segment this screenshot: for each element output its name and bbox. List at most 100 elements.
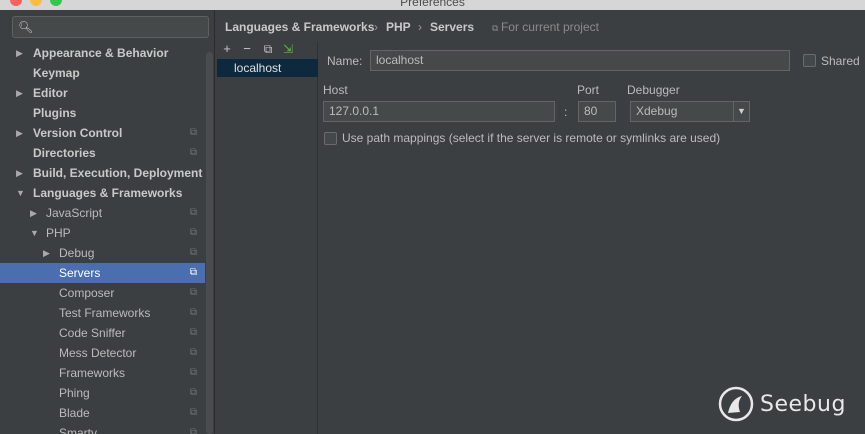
- settings-tree: ▶ Appearance & Behavior Keymap ▶ Editor Plugi…: [0, 43, 205, 434]
- port-label: Port: [577, 83, 600, 97]
- project-level-icon: ⧉: [189, 327, 197, 338]
- add-server-button[interactable]: +: [220, 42, 234, 56]
- remove-server-button[interactable]: −: [240, 42, 254, 56]
- sidebar-item-label: Smarty: [59, 426, 98, 434]
- debugger-label: Debugger: [627, 83, 680, 97]
- sidebar-item[interactable]: Smarty ⧉: [0, 423, 205, 434]
- port-field[interactable]: 80: [578, 101, 616, 122]
- sidebar-item-label: Debug: [59, 246, 95, 260]
- servers-toolbar: + − ⧉ ⇲: [216, 42, 318, 58]
- copy-server-button[interactable]: ⧉: [261, 42, 275, 56]
- sidebar-item-label: Mess Detector: [59, 346, 137, 360]
- sidebar-item[interactable]: ▶ Build, Execution, Deployment: [0, 163, 205, 183]
- project-scope-text: For current project: [500, 20, 599, 34]
- sidebar-item-label: Keymap: [33, 66, 80, 80]
- project-level-icon: ⧉: [189, 147, 197, 158]
- sidebar-item-label: Frameworks: [59, 366, 126, 380]
- server-list-item[interactable]: localhost: [217, 59, 318, 77]
- project-level-icon: ⧉: [189, 247, 197, 258]
- host-port-separator: :: [564, 105, 568, 119]
- project-level-icon: ⧉: [189, 407, 197, 418]
- host-label: Host: [323, 83, 348, 97]
- sidebar-item[interactable]: ▶ JavaScript ⧉: [0, 203, 205, 223]
- sidebar-item[interactable]: Blade ⧉: [0, 403, 205, 423]
- watermark-text: Seebug: [760, 392, 846, 417]
- sidebar-item[interactable]: Composer ⧉: [0, 283, 205, 303]
- debugger-select-value: Xdebug: [636, 104, 678, 118]
- sidebar-item[interactable]: Directories ⧉: [0, 143, 205, 163]
- chevron-right-icon[interactable]: ▶: [30, 203, 40, 223]
- chevron-down-icon[interactable]: ▼: [30, 223, 40, 243]
- server-form: Name: localhost Shared Host Port Debugge…: [318, 42, 865, 434]
- sidebar-item-label: Code Sniffer: [59, 326, 126, 340]
- sidebar-item-label: Plugins: [33, 106, 77, 120]
- sidebar-item-label: Composer: [59, 286, 115, 300]
- import-server-button[interactable]: ⇲: [281, 42, 295, 56]
- chevron-right-icon[interactable]: ▶: [16, 43, 26, 63]
- sidebar-item-label: Build, Execution, Deployment: [33, 166, 203, 180]
- sidebar-item[interactable]: Frameworks ⧉: [0, 363, 205, 383]
- project-level-icon: ⧉: [189, 287, 197, 298]
- sidebar-item[interactable]: Code Sniffer ⧉: [0, 323, 205, 343]
- chevron-right-icon[interactable]: ▶: [43, 243, 53, 263]
- sidebar-item[interactable]: Test Frameworks ⧉: [0, 303, 205, 323]
- window-title: Preferences: [400, 0, 465, 9]
- sidebar-item[interactable]: Keymap: [0, 63, 205, 83]
- search-icon: 🔍︎: [18, 20, 34, 34]
- sidebar-item[interactable]: Servers ⧉: [0, 263, 205, 283]
- sidebar-item-label: Directories: [33, 146, 96, 160]
- debugger-select[interactable]: Xdebug ▼: [630, 101, 750, 122]
- path-mappings-checkbox[interactable]: [324, 132, 337, 145]
- sidebar-scrollbar[interactable]: [206, 52, 213, 434]
- sidebar-item[interactable]: ▶ Editor: [0, 83, 205, 103]
- project-level-icon: ⧉: [189, 227, 197, 238]
- project-level-icon: ⧉: [189, 387, 197, 398]
- seebug-logo-icon: [718, 386, 754, 422]
- shared-label: Shared: [821, 54, 860, 68]
- sidebar-item-label: PHP: [46, 226, 71, 240]
- sidebar-item[interactable]: Mess Detector ⧉: [0, 343, 205, 363]
- breadcrumb-separator: ›: [374, 20, 378, 34]
- sidebar-item-label: JavaScript: [46, 206, 103, 220]
- breadcrumb-item: Servers: [430, 20, 475, 34]
- breadcrumb-item: PHP: [386, 20, 411, 34]
- project-level-icon: ⧉: [189, 347, 197, 358]
- sidebar-item[interactable]: ▶ Appearance & Behavior: [0, 43, 205, 63]
- sidebar-item-label: Appearance & Behavior: [33, 46, 169, 60]
- project-level-icon: ⧉: [189, 207, 197, 218]
- sidebar-item[interactable]: ▼ Languages & Frameworks: [0, 183, 205, 203]
- chevron-down-icon: ▼: [733, 102, 749, 121]
- sidebar-item-label: Phing: [59, 386, 90, 400]
- title-bar: Preferences: [0, 0, 865, 10]
- project-scope-label: ⧉ For current project: [492, 20, 599, 34]
- sidebar-item-label: Blade: [59, 406, 90, 420]
- project-level-icon: ⧉: [189, 127, 197, 138]
- seebug-watermark: Seebug: [718, 386, 858, 426]
- sidebar-item-label: Test Frameworks: [59, 306, 151, 320]
- project-level-icon: ⧉: [189, 367, 197, 378]
- sidebar-item-label: Version Control: [33, 126, 123, 140]
- server-name-field[interactable]: localhost: [370, 50, 790, 71]
- servers-list-panel: + − ⧉ ⇲ localhost: [216, 42, 318, 434]
- sidebar-item-label: Servers: [59, 266, 101, 280]
- sidebar-item[interactable]: Phing ⧉: [0, 383, 205, 403]
- search-input[interactable]: 🔍︎: [12, 16, 209, 38]
- chevron-right-icon[interactable]: ▶: [16, 163, 26, 183]
- sidebar-item[interactable]: ▼ PHP ⧉: [0, 223, 205, 243]
- chevron-right-icon[interactable]: ▶: [16, 123, 26, 143]
- sidebar-item-label: Editor: [33, 86, 68, 100]
- breadcrumb: Languages & Frameworks › PHP › Servers ⧉…: [216, 10, 865, 42]
- chevron-right-icon[interactable]: ▶: [16, 83, 26, 103]
- shared-checkbox[interactable]: [803, 54, 816, 67]
- sidebar-item[interactable]: Plugins: [0, 103, 205, 123]
- chevron-down-icon[interactable]: ▼: [16, 183, 26, 203]
- sidebar-item[interactable]: ▶ Version Control ⧉: [0, 123, 205, 143]
- project-level-icon: ⧉: [189, 427, 197, 434]
- sidebar-item-label: Languages & Frameworks: [33, 186, 183, 200]
- sidebar-item[interactable]: ▶ Debug ⧉: [0, 243, 205, 263]
- breadcrumb-separator: ›: [418, 20, 422, 34]
- name-label: Name:: [327, 54, 363, 68]
- project-scope-icon: ⧉: [492, 23, 501, 33]
- breadcrumb-item: Languages & Frameworks: [225, 20, 375, 34]
- host-field[interactable]: 127.0.0.1: [323, 101, 555, 122]
